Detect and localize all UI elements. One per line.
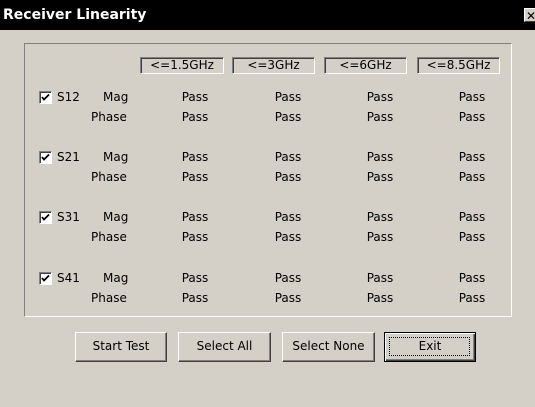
s12-phase-3: Pass [366,110,394,124]
exit-button-label: Exit [418,339,442,353]
s31-phase-3: Pass [366,230,394,244]
exit-button[interactable]: Exit [384,332,476,362]
s21-phase-4: Pass [458,170,486,184]
s31-mag-3: Pass [366,210,394,224]
phase-label-s41: Phase [91,291,127,305]
s21-phase-3: Pass [366,170,394,184]
s21-mag-4: Pass [458,150,486,164]
s31-phase-1: Pass [181,230,209,244]
header-3ghz: <=3GHz [232,57,315,74]
s41-mag-1: Pass [181,271,209,285]
mag-label-s12: Mag [103,90,129,104]
s41-phase-1: Pass [181,291,209,305]
s21-mag-1: Pass [181,150,209,164]
checkmark-icon [41,274,50,282]
s41-phase-4: Pass [458,291,486,305]
s12-mag-1: Pass [181,90,209,104]
label-s41: S41 [57,271,80,285]
s41-mag-4: Pass [458,271,486,285]
s12-mag-4: Pass [458,90,486,104]
s31-mag-4: Pass [458,210,486,224]
checkmark-icon [41,213,50,221]
header-6ghz: <=6GHz [324,57,407,74]
s12-phase-1: Pass [181,110,209,124]
label-s21: S21 [57,150,80,164]
s41-phase-2: Pass [274,291,302,305]
checkbox-s31[interactable] [39,211,52,224]
s12-mag-2: Pass [274,90,302,104]
s21-phase-2: Pass [274,170,302,184]
title-bar: Receiver Linearity ✕ [0,0,535,30]
checkbox-s21[interactable] [39,151,52,164]
label-s31: S31 [57,210,80,224]
phase-label-s31: Phase [91,230,127,244]
close-icon[interactable]: ✕ [524,8,535,23]
s12-phase-2: Pass [274,110,302,124]
mag-label-s31: Mag [103,210,129,224]
mag-label-s41: Mag [103,271,129,285]
s21-phase-1: Pass [181,170,209,184]
start-test-button[interactable]: Start Test [75,332,167,362]
select-all-button[interactable]: Select All [178,332,271,362]
phase-label-s21: Phase [91,170,127,184]
s31-phase-4: Pass [458,230,486,244]
select-none-button[interactable]: Select None [282,332,375,362]
checkmark-icon [41,153,50,161]
s12-phase-4: Pass [458,110,486,124]
header-8-5ghz: <=8.5GHz [417,57,500,74]
window-title: Receiver Linearity [3,7,147,23]
s41-phase-3: Pass [366,291,394,305]
s31-mag-1: Pass [181,210,209,224]
mag-label-s21: Mag [103,150,129,164]
header-1-5ghz: <=1.5GHz [140,57,224,74]
phase-label-s12: Phase [91,110,127,124]
checkbox-s12[interactable] [39,91,52,104]
s12-mag-3: Pass [366,90,394,104]
s41-mag-3: Pass [366,271,394,285]
s21-mag-2: Pass [274,150,302,164]
s31-phase-2: Pass [274,230,302,244]
s21-mag-3: Pass [366,150,394,164]
label-s12: S12 [57,90,80,104]
checkbox-s41[interactable] [39,272,52,285]
s41-mag-2: Pass [274,271,302,285]
s31-mag-2: Pass [274,210,302,224]
checkmark-icon [41,93,50,101]
